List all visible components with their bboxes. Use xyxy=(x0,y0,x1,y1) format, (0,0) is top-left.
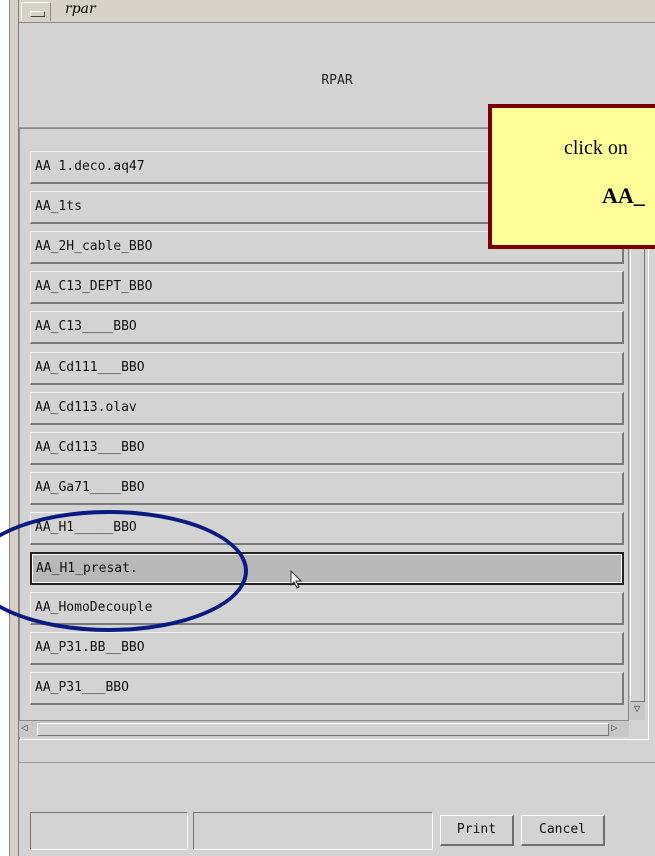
window-menu-icon[interactable] xyxy=(21,2,51,21)
list-item[interactable]: AA_HomoDecouple xyxy=(30,592,624,625)
list-item[interactable]: AA_Cd111___BBO xyxy=(30,352,624,385)
footer: Print Cancel xyxy=(19,763,655,856)
callout-text-line1: click on xyxy=(564,137,628,159)
list-item[interactable]: AA_H1_presat. xyxy=(30,552,624,585)
window-title: rpar xyxy=(65,1,96,17)
arrow-right-icon[interactable]: ▷ xyxy=(611,721,618,734)
status-field-1 xyxy=(30,812,188,850)
arrow-down-icon[interactable]: ▽ xyxy=(629,702,645,718)
list-item[interactable]: AA_H1_____BBO xyxy=(30,512,624,545)
list-item[interactable]: AA_Ga71____BBO xyxy=(30,472,624,505)
left-desktop-strip xyxy=(0,0,10,856)
dialog-title: RPAR xyxy=(321,73,353,88)
instruction-callout: click on AA_ xyxy=(488,104,655,249)
horizontal-scrollbar[interactable]: ◁ ▷ xyxy=(19,720,629,737)
print-button[interactable]: Print xyxy=(440,815,514,846)
list-item[interactable]: AA_P31___BBO xyxy=(30,672,624,705)
list-item[interactable]: AA_Cd113.olav xyxy=(30,392,624,425)
list-item[interactable]: AA_C13____BBO xyxy=(30,311,624,344)
status-field-2 xyxy=(193,812,433,850)
arrow-left-icon[interactable]: ◁ xyxy=(21,721,28,734)
list-item[interactable]: AA_P31.BB__BBO xyxy=(30,632,624,665)
list-item[interactable]: AA_C13_DEPT_BBO xyxy=(30,271,624,304)
horizontal-scroll-thumb[interactable] xyxy=(37,723,609,736)
title-bar[interactable]: rpar xyxy=(19,0,655,23)
window-left-frame xyxy=(10,0,19,856)
list-item[interactable]: AA_Cd113___BBO xyxy=(30,432,624,465)
callout-text-line2: AA_ xyxy=(602,183,645,208)
cancel-button[interactable]: Cancel xyxy=(521,815,605,846)
